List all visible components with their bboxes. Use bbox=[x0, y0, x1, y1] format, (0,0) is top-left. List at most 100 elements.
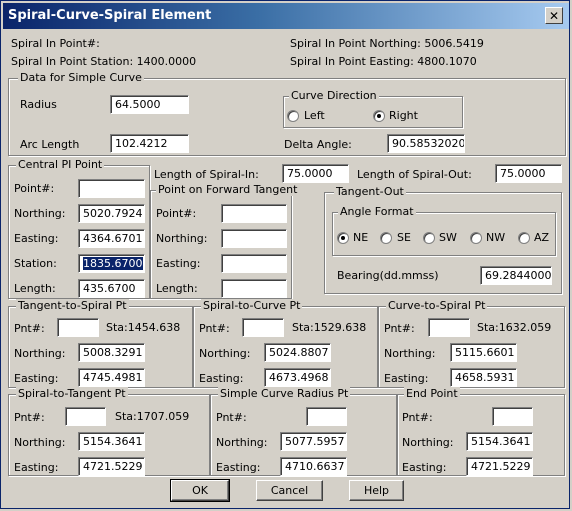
cs-pnt-input[interactable] bbox=[428, 318, 470, 337]
st-pnt-label: Pnt#: bbox=[14, 411, 45, 424]
ep-title: End Point bbox=[404, 387, 460, 400]
central-pi-title: Central PI Point bbox=[16, 158, 105, 171]
close-icon: ✕ bbox=[548, 8, 560, 23]
sw-radio[interactable] bbox=[423, 232, 435, 244]
spiral-out-length-label: Length of Spiral-Out: bbox=[357, 168, 472, 181]
arc-length-label: Arc Length bbox=[20, 138, 80, 151]
angle-format-title: Angle Format bbox=[338, 205, 416, 218]
ft-northing-label: Northing: bbox=[156, 232, 208, 245]
se-radio[interactable] bbox=[380, 232, 392, 244]
title-bar[interactable]: Spiral-Curve-Spiral Element ✕ bbox=[3, 3, 569, 29]
pi-length-label: Length: bbox=[14, 282, 56, 295]
sc-title: Spiral-to-Curve Pt bbox=[201, 299, 303, 312]
cs-northing-label: Northing: bbox=[384, 347, 436, 360]
pi-northing-label: Northing: bbox=[14, 207, 66, 220]
ft-northing-input[interactable] bbox=[221, 229, 287, 248]
sw-radio-label[interactable]: SW bbox=[439, 231, 457, 245]
rp-easting-input[interactable]: 4710.6637 bbox=[280, 457, 347, 476]
tangent-out-title: Tangent-Out bbox=[334, 185, 406, 198]
nw-radio[interactable] bbox=[470, 232, 482, 244]
arc-length-input[interactable]: 102.4212 bbox=[110, 134, 189, 153]
close-button[interactable]: ✕ bbox=[545, 7, 563, 24]
sc-northing-input[interactable]: 5024.8807 bbox=[264, 343, 331, 362]
cs-easting-label: Easting: bbox=[384, 372, 429, 385]
sc-pnt-input[interactable] bbox=[242, 318, 284, 337]
curve-direction-title: Curve Direction bbox=[289, 89, 379, 102]
ts-pnt-label: Pnt#: bbox=[14, 322, 45, 335]
ep-pnt-label: Pnt#: bbox=[402, 411, 433, 424]
cs-station: Sta:1632.059 bbox=[477, 321, 552, 334]
cancel-button[interactable]: Cancel bbox=[256, 480, 323, 501]
rp-easting-label: Easting: bbox=[216, 461, 261, 474]
ts-easting-label: Easting: bbox=[14, 372, 59, 385]
radius-input[interactable]: 64.5000 bbox=[110, 95, 189, 114]
ts-pnt-input[interactable] bbox=[57, 318, 99, 337]
ep-easting-label: Easting: bbox=[402, 461, 447, 474]
az-radio[interactable] bbox=[518, 232, 530, 244]
ep-northing-label: Northing: bbox=[402, 436, 454, 449]
sc-station: Sta:1529.638 bbox=[292, 321, 367, 334]
nw-radio-label[interactable]: NW bbox=[486, 231, 505, 245]
sc-easting-label: Easting: bbox=[199, 372, 244, 385]
sc-easting-input[interactable]: 4673.4968 bbox=[264, 368, 331, 387]
pi-station-input[interactable]: 1835.6700 bbox=[78, 254, 145, 273]
pi-easting-input[interactable]: 4364.6701 bbox=[78, 229, 145, 248]
ts-easting-input[interactable]: 4745.4981 bbox=[78, 368, 145, 387]
spiral-in-length-label: Length of Spiral-In: bbox=[154, 168, 259, 181]
right-radio[interactable] bbox=[373, 110, 385, 122]
ts-title: Tangent-to-Spiral Pt bbox=[16, 299, 129, 312]
ep-easting-input[interactable]: 4721.5229 bbox=[466, 457, 533, 476]
se-radio-label[interactable]: SE bbox=[397, 231, 411, 245]
ft-point-label: Point#: bbox=[156, 207, 197, 220]
pi-point-input[interactable] bbox=[78, 179, 145, 198]
ep-northing-input[interactable]: 5154.3641 bbox=[466, 432, 533, 451]
window-title: Spiral-Curve-Spiral Element bbox=[8, 8, 212, 23]
ne-radio-label[interactable]: NE bbox=[353, 231, 368, 245]
left-radio-label[interactable]: Left bbox=[304, 109, 325, 123]
rp-pnt-input[interactable] bbox=[306, 407, 347, 426]
rp-northing-label: Northing: bbox=[216, 436, 268, 449]
delta-angle-input[interactable]: 90.585320204 bbox=[387, 134, 465, 153]
spiral-out-length-input[interactable]: 75.0000 bbox=[495, 164, 562, 183]
ne-radio[interactable] bbox=[337, 232, 349, 244]
spiral-in-point-label: Spiral In Point#: bbox=[11, 37, 100, 50]
pi-point-label: Point#: bbox=[14, 182, 55, 195]
st-pnt-input[interactable] bbox=[65, 407, 106, 426]
st-title: Spiral-to-Tangent Pt bbox=[16, 387, 128, 400]
spiral-in-northing: Spiral In Point Northing: 5006.5419 bbox=[290, 37, 484, 50]
sc-northing-label: Northing: bbox=[199, 347, 251, 360]
pi-northing-input[interactable]: 5020.7924 bbox=[78, 204, 145, 223]
ft-easting-input[interactable] bbox=[221, 254, 287, 273]
ts-station: Sta:1454.638 bbox=[106, 321, 181, 334]
st-northing-label: Northing: bbox=[14, 436, 66, 449]
ft-easting-label: Easting: bbox=[156, 257, 201, 270]
bearing-input[interactable]: 69.28440000 bbox=[480, 266, 552, 285]
bearing-label: Bearing(dd.mmss) bbox=[337, 269, 439, 282]
ok-button[interactable]: OK bbox=[170, 479, 230, 502]
az-radio-label[interactable]: AZ bbox=[534, 231, 549, 245]
ft-point-input[interactable] bbox=[221, 204, 287, 223]
cs-northing-input[interactable]: 5115.6601 bbox=[450, 343, 517, 362]
spiral-in-length-input[interactable]: 75.0000 bbox=[282, 164, 349, 183]
st-easting-input[interactable]: 4721.5229 bbox=[78, 457, 145, 476]
left-radio[interactable] bbox=[287, 110, 299, 122]
right-radio-label[interactable]: Right bbox=[389, 109, 418, 123]
cs-easting-input[interactable]: 4658.5931 bbox=[450, 368, 517, 387]
spiral-in-easting: Spiral In Point Easting: 4800.1070 bbox=[290, 55, 477, 68]
ft-length-input[interactable] bbox=[221, 279, 287, 298]
pi-station-value: 1835.6700 bbox=[82, 256, 144, 271]
ts-northing-input[interactable]: 5008.3291 bbox=[78, 343, 145, 362]
rp-northing-input[interactable]: 5077.5957 bbox=[280, 432, 347, 451]
cs-title: Curve-to-Spiral Pt bbox=[386, 299, 488, 312]
forward-tangent-title: Point on Forward Tangent bbox=[156, 183, 300, 196]
st-northing-input[interactable]: 5154.3641 bbox=[78, 432, 145, 451]
ft-length-label: Length: bbox=[156, 282, 198, 295]
st-easting-label: Easting: bbox=[14, 461, 59, 474]
pi-easting-label: Easting: bbox=[14, 232, 59, 245]
sc-pnt-label: Pnt#: bbox=[199, 322, 230, 335]
ep-pnt-input[interactable] bbox=[492, 407, 533, 426]
st-station: Sta:1707.059 bbox=[115, 410, 190, 423]
pi-length-input[interactable]: 435.6700 bbox=[78, 279, 145, 298]
cs-pnt-label: Pnt#: bbox=[384, 322, 415, 335]
help-button[interactable]: Help bbox=[349, 480, 404, 501]
